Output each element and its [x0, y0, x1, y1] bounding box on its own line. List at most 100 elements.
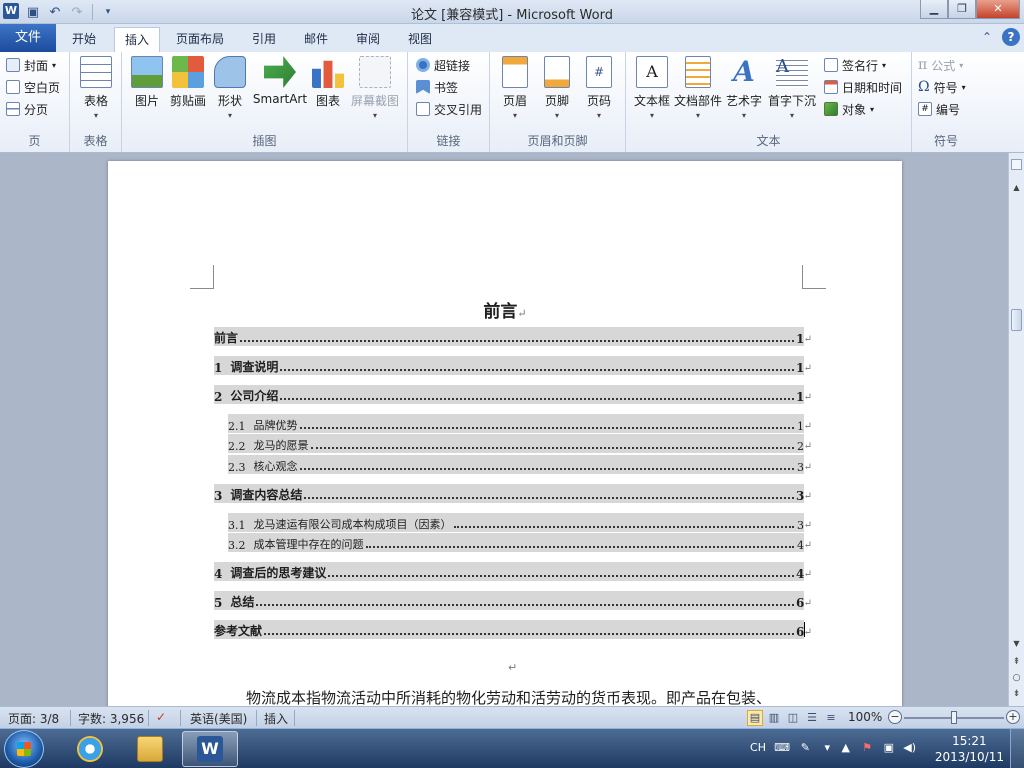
action-center-icon[interactable]: ⚑: [862, 741, 872, 754]
header-button[interactable]: 页眉 ▾: [494, 56, 536, 120]
document-area[interactable]: 前言↵ 前言 1 ↵ 1 调查说明 1 ↵ 2 公司介绍 1 ↵ 2.1 品牌优势 1 ↵ 2.2 龙马的愿景 2…: [0, 153, 1008, 706]
toc-entry[interactable]: 2 公司介绍 1 ↵: [214, 385, 812, 404]
help-icon[interactable]: ?: [1002, 28, 1020, 46]
tab-mailings[interactable]: 邮件: [294, 27, 338, 52]
toc-entry[interactable]: 3 调查内容总结 3 ↵: [214, 484, 812, 503]
toc-entry[interactable]: 5 总结 6 ↵: [214, 591, 812, 610]
toc-leader-dots: [280, 398, 794, 400]
signature-line-button[interactable]: 签名行 ▾: [824, 55, 886, 75]
number-button[interactable]: # 编号: [918, 99, 960, 119]
page-group-label: 页: [28, 134, 41, 148]
date-time-button[interactable]: 日期和时间: [824, 77, 902, 97]
scroll-up-icon[interactable]: ▲: [1009, 181, 1024, 195]
view-ruler-icon[interactable]: [1011, 159, 1022, 170]
taskbar-file-explorer[interactable]: [122, 731, 178, 767]
quick-parts-button[interactable]: 文档部件 ▾: [674, 56, 722, 120]
show-hidden-icons[interactable]: ▲: [842, 741, 850, 754]
toc-entry[interactable]: 参考文献 6 ↵: [214, 620, 812, 639]
tab-view[interactable]: 视图: [398, 27, 442, 52]
symbol-button[interactable]: Ω 符号 ▾: [918, 77, 966, 97]
document-heading[interactable]: 前言↵: [108, 297, 902, 322]
toc-entry[interactable]: 2.1 品牌优势 1 ↵: [228, 414, 812, 433]
print-layout-view-icon[interactable]: ▤: [747, 710, 763, 726]
zoom-level[interactable]: 100%: [848, 710, 882, 724]
full-screen-reading-view-icon[interactable]: ▥: [766, 710, 782, 726]
vertical-scrollbar[interactable]: ▲ ▼ ⇞ ○ ⇟: [1008, 153, 1024, 706]
drop-cap-button[interactable]: A 首字下沉 ▾: [766, 56, 818, 120]
next-page-icon[interactable]: ⇟: [1009, 687, 1024, 701]
chart-button[interactable]: 图表: [306, 56, 350, 109]
toc-entry[interactable]: 3.2 成本管理中存在的问题 4 ↵: [228, 533, 812, 552]
object-button[interactable]: 对象 ▾: [824, 99, 874, 119]
wordart-button[interactable]: A 艺术字 ▾: [722, 56, 766, 121]
minimize-ribbon-icon[interactable]: ⌃: [978, 28, 996, 46]
scroll-down-icon[interactable]: ▼: [1009, 637, 1024, 651]
toc-entry[interactable]: 2.3 核心观念 3 ↵: [228, 455, 812, 474]
cross-reference-button[interactable]: 交叉引用: [416, 99, 482, 119]
cover-page-button[interactable]: 封面 ▾: [6, 55, 56, 75]
browse-object-icon[interactable]: ○: [1009, 671, 1024, 685]
start-button[interactable]: [4, 730, 44, 768]
bookmark-button[interactable]: 书签: [416, 77, 458, 97]
input-language[interactable]: CH: [750, 741, 766, 754]
show-desktop-button[interactable]: [1010, 729, 1024, 768]
maximize-button[interactable]: ❐: [948, 0, 976, 19]
clock-time: 15:21: [952, 734, 987, 748]
tab-references[interactable]: 引用: [242, 27, 286, 52]
scroll-thumb[interactable]: [1011, 309, 1022, 331]
document-page[interactable]: 前言↵ 前言 1 ↵ 1 调查说明 1 ↵ 2 公司介绍 1 ↵ 2.1 品牌优势 1 ↵ 2.2 龙马的愿景 2…: [108, 161, 902, 706]
tab-page-layout[interactable]: 页面布局: [166, 27, 234, 52]
taskbar-internet-explorer[interactable]: [62, 731, 118, 767]
text-box-button[interactable]: A 文本框 ▾: [630, 56, 674, 120]
keyboard-icon[interactable]: ⌨: [774, 741, 790, 754]
zoom-in-icon[interactable]: +: [1006, 710, 1020, 724]
page-number-button[interactable]: # 页码 ▾: [578, 56, 620, 120]
web-layout-view-icon[interactable]: ◫: [785, 710, 801, 726]
network-icon[interactable]: ▣: [884, 741, 894, 754]
toc-entry[interactable]: 3.1 龙马速运有限公司成本构成项目（因素） 3 ↵: [228, 513, 812, 532]
table-button[interactable]: 表格 ▾: [73, 56, 119, 120]
picture-button[interactable]: 图片: [124, 56, 170, 109]
smartart-button[interactable]: SmartArt: [250, 56, 310, 106]
word-count[interactable]: 字数: 3,956: [78, 710, 144, 727]
window-controls: ▁ ❐ ✕: [920, 0, 1020, 19]
insert-mode-indicator[interactable]: 插入: [264, 710, 288, 727]
minimize-button[interactable]: ▁: [920, 0, 948, 19]
toc-entry[interactable]: 4 调查后的思考建议 4 ↵: [214, 562, 812, 581]
equation-button[interactable]: π 公式 ▾: [918, 55, 963, 75]
language-indicator[interactable]: 英语(美国): [190, 710, 247, 727]
draft-view-icon[interactable]: ≡: [823, 710, 839, 726]
tab-home[interactable]: 开始: [62, 27, 106, 52]
toc-leader-dots: [264, 633, 794, 635]
volume-icon[interactable]: ◀): [903, 741, 916, 754]
zoom-out-icon[interactable]: −: [888, 710, 902, 724]
tab-file[interactable]: 文件: [0, 24, 56, 52]
previous-page-icon[interactable]: ⇞: [1009, 655, 1024, 669]
tab-insert[interactable]: 插入: [114, 27, 161, 52]
screenshot-button[interactable]: 屏幕截图 ▾: [348, 56, 402, 120]
footer-button[interactable]: 页脚 ▾: [536, 56, 578, 120]
zoom-slider-thumb[interactable]: [951, 711, 957, 724]
close-button[interactable]: ✕: [976, 0, 1020, 19]
picture-icon: [131, 56, 163, 88]
toc-entry[interactable]: 1 调查说明 1 ↵: [214, 356, 812, 375]
tray-options-icon[interactable]: ▾: [824, 741, 830, 754]
toc-entry[interactable]: 前言 1 ↵: [214, 327, 812, 346]
clipart-button[interactable]: 剪贴画: [166, 56, 210, 109]
ribbon-insert: 封面 ▾ 空白页 分页 页 表格 ▾ 表格 图片 剪贴画 形状 ▾ SmartA…: [0, 52, 1024, 153]
page-break-button[interactable]: 分页: [6, 99, 48, 119]
outline-view-icon[interactable]: ☰: [804, 710, 820, 726]
system-clock[interactable]: 15:21 2013/10/11: [935, 733, 1004, 765]
page-count[interactable]: 页面: 3/8: [8, 710, 59, 727]
toc-leader-dots: [328, 575, 794, 577]
tab-review[interactable]: 审阅: [346, 27, 390, 52]
hyperlink-button[interactable]: 超链接: [416, 55, 470, 75]
proofing-icon[interactable]: ✓: [156, 710, 166, 724]
taskbar-word[interactable]: W: [182, 731, 238, 767]
toc-entry[interactable]: 2.2 龙马的愿景 2 ↵: [228, 434, 812, 453]
ime-icon[interactable]: ✎: [801, 741, 810, 754]
paragraph-mark: ↵: [803, 441, 812, 452]
shapes-button[interactable]: 形状 ▾: [208, 56, 252, 120]
blank-page-button[interactable]: 空白页: [6, 77, 60, 97]
body-paragraph[interactable]: 物流成本指物流活动中所消耗的物化劳动和活劳动的货币表现。即产品在包装、: [246, 687, 846, 706]
